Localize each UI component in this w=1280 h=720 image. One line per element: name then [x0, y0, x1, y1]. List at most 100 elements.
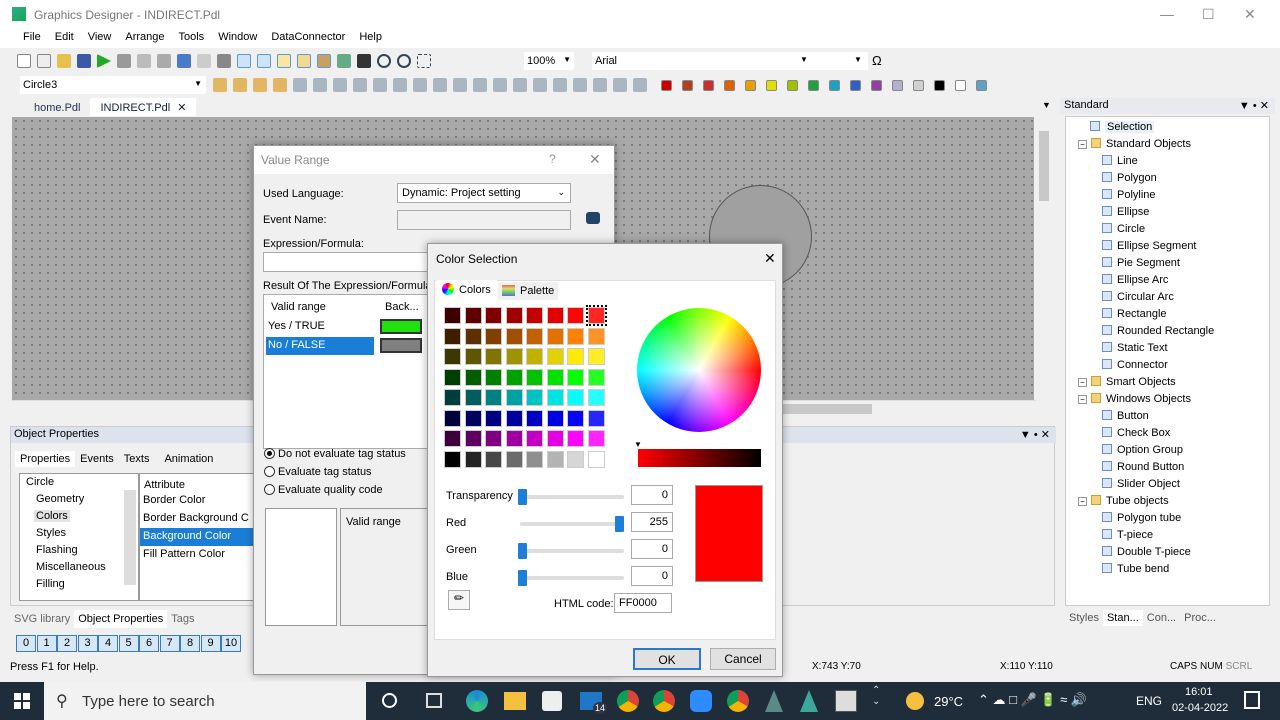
tab-list-icon[interactable]: ▼ [1042, 100, 1051, 110]
color-swatch[interactable] [485, 368, 502, 386]
cancel-button[interactable]: Cancel [710, 648, 776, 670]
color-swatch[interactable] [526, 368, 543, 386]
color-swatch[interactable] [546, 450, 564, 468]
tab-object-properties[interactable]: Object Properties [74, 610, 168, 628]
tab-palette[interactable]: Palette [498, 282, 559, 300]
tree-item-smart-objects[interactable]: − Smart Objects [1078, 374, 1176, 391]
close-button[interactable]: ✕ [1244, 6, 1256, 23]
tree-item-selection[interactable]: Selection [1090, 119, 1155, 136]
tree-item-button[interactable]: Button [1102, 408, 1149, 425]
arrange-icon[interactable] [553, 78, 567, 92]
color-swatch[interactable] [587, 389, 605, 406]
redo-icon[interactable] [197, 54, 211, 68]
color-button-icon[interactable] [787, 80, 798, 91]
color-swatch[interactable] [505, 450, 523, 468]
menu-view[interactable]: View [81, 28, 119, 43]
tab-standard[interactable]: Stan... [1102, 610, 1143, 626]
color-swatch[interactable] [464, 450, 482, 468]
brightness-marker-icon[interactable]: ▼ [634, 440, 642, 449]
tag-icon[interactable] [337, 54, 351, 68]
tab-texts[interactable]: Texts [119, 451, 155, 467]
blue-slider[interactable] [520, 576, 624, 580]
color-swatch[interactable] [567, 450, 584, 468]
undo-icon[interactable] [177, 54, 191, 68]
zoom-in-icon[interactable] [377, 54, 391, 68]
color-swatch[interactable] [587, 450, 605, 468]
menu-dataconnector[interactable]: DataConnector [264, 28, 352, 43]
graphics-designer-icon[interactable] [800, 690, 818, 712]
save-icon[interactable] [77, 54, 91, 68]
property-node-circle[interactable]: Circle [24, 476, 56, 488]
green-slider[interactable] [520, 549, 624, 553]
cut-icon[interactable] [117, 54, 131, 68]
arrange-icon[interactable] [573, 78, 587, 92]
color-button-icon[interactable] [766, 80, 777, 91]
start-icon[interactable] [14, 693, 30, 709]
red-slider[interactable] [520, 522, 624, 526]
tree-item-slider-object[interactable]: Slider Object [1102, 476, 1180, 493]
tag-browse-icon[interactable] [586, 212, 600, 224]
expand-icon[interactable]: − [1078, 395, 1087, 404]
tree-item-line[interactable]: Line [1102, 153, 1138, 170]
expand-icon[interactable]: − [1078, 140, 1087, 149]
special-char-icon[interactable]: Ω [872, 53, 882, 68]
color-swatch[interactable] [567, 348, 584, 365]
tab-styles[interactable]: Styles [1065, 610, 1103, 626]
arrange-icon[interactable] [313, 78, 327, 92]
help-button[interactable]: ? [549, 152, 556, 166]
color-swatch[interactable] [444, 389, 461, 406]
clock-time[interactable]: 16:01 [1185, 686, 1213, 698]
store-icon[interactable] [542, 691, 562, 711]
layer-button-6[interactable]: 6 [139, 635, 159, 652]
color-swatch[interactable] [526, 307, 543, 324]
property-node-filling[interactable]: Filling [34, 578, 67, 590]
color-button-icon[interactable] [913, 80, 924, 91]
run-icon[interactable] [97, 54, 111, 68]
transparency-slider[interactable] [520, 495, 624, 499]
color-swatch[interactable] [505, 430, 523, 447]
color-swatch[interactable] [485, 389, 502, 406]
snap-icon[interactable] [257, 54, 271, 68]
color-wheel[interactable] [637, 308, 761, 432]
blue-input[interactable]: 0 [631, 566, 673, 586]
zoom-select[interactable]: 100% ▼ [524, 52, 574, 70]
tab-svg-library[interactable]: SVG library [10, 610, 74, 628]
transparency-slider-thumb[interactable] [518, 489, 527, 505]
tree-item-check-box[interactable]: Check Box [1102, 425, 1170, 442]
color-swatch[interactable] [485, 348, 502, 365]
color-button-icon[interactable] [955, 80, 966, 91]
color-swatch[interactable] [505, 409, 523, 427]
tree-item-round-button[interactable]: Round Button [1102, 459, 1184, 476]
transparency-input[interactable]: 0 [631, 485, 673, 505]
layer-button-4[interactable]: 4 [98, 635, 118, 652]
expression-field[interactable] [263, 252, 433, 272]
color-swatch[interactable] [505, 348, 523, 365]
arrange-icon[interactable] [393, 78, 407, 92]
print-icon[interactable] [217, 54, 231, 68]
tree-item-polyline[interactable]: Polyline [1102, 187, 1156, 204]
color-swatch[interactable] [546, 348, 564, 365]
minimize-button[interactable]: — [1160, 6, 1174, 22]
tab-properties[interactable]: Properties [15, 451, 76, 467]
color-swatch[interactable] [526, 327, 543, 345]
tab-tags[interactable]: Tags [167, 610, 198, 628]
arrange-icon[interactable] [273, 78, 287, 92]
maximize-button[interactable]: ☐ [1202, 6, 1215, 23]
tab-events[interactable]: Events [75, 451, 119, 467]
file-explorer-icon[interactable] [504, 692, 526, 710]
tab-colors[interactable]: Colors [436, 280, 497, 300]
arrange-icon[interactable] [633, 78, 647, 92]
chrome-icon[interactable] [727, 690, 749, 712]
tree-item-windows-objects[interactable]: − Windows Objects [1078, 391, 1191, 408]
color-swatch[interactable] [485, 409, 502, 427]
color-swatch[interactable] [464, 307, 482, 324]
expand-icon[interactable]: − [1078, 378, 1087, 387]
search-box[interactable]: ⚲ Type here to search [44, 682, 366, 720]
color-swatch[interactable] [587, 327, 605, 345]
tree-item-ellipse-segment[interactable]: Ellipse Segment [1102, 238, 1197, 255]
color-swatch[interactable] [567, 389, 584, 406]
property-node-miscellaneous[interactable]: Miscellaneous [34, 561, 108, 573]
true-color-swatch[interactable] [380, 319, 422, 334]
arrange-icon[interactable] [413, 78, 427, 92]
property-node-styles[interactable]: Styles [34, 527, 68, 539]
